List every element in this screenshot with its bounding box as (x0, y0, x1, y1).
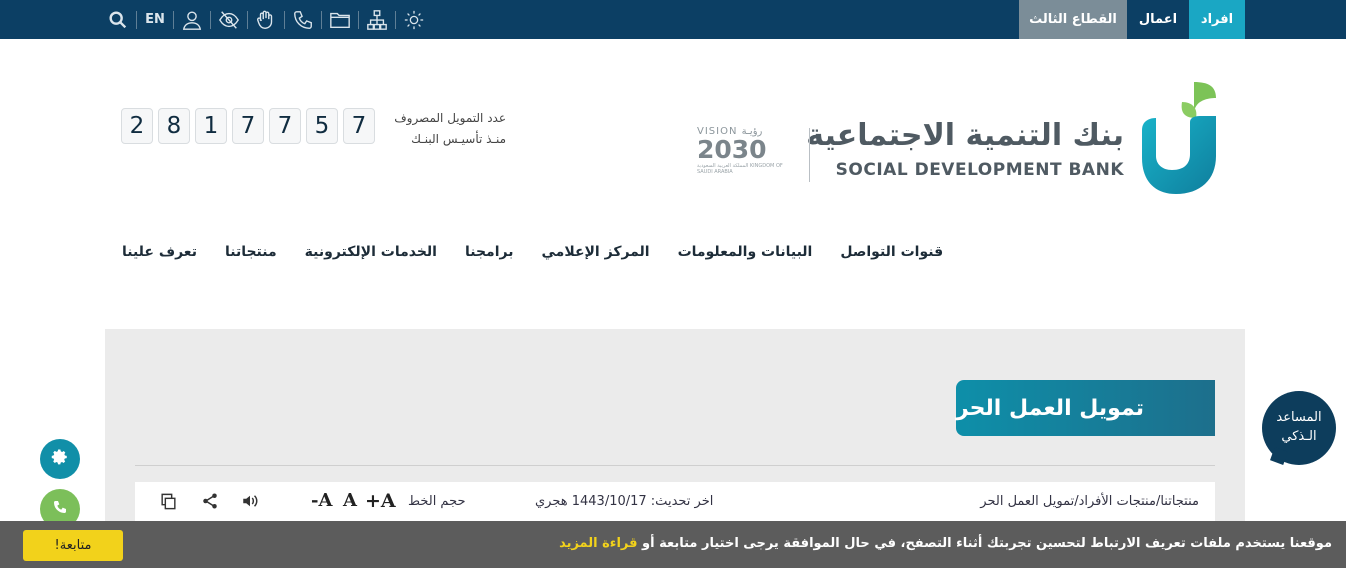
bank-name-arabic: بنك التنمية الاجتماعية (806, 118, 1124, 153)
font-increase-button[interactable]: +A (365, 490, 396, 512)
counter-digit: 7 (232, 108, 264, 144)
settings-sun-icon[interactable] (396, 0, 432, 39)
counter-digit: 7 (269, 108, 301, 144)
counter-digit: 8 (158, 108, 190, 144)
phone-icon (52, 499, 68, 519)
nav-data[interactable]: البيانات والمعلومات (678, 244, 813, 260)
cookie-text: موقعنا يستخدم ملفات تعريف الارتباط لتحسي… (642, 536, 1332, 551)
speaker-icon[interactable] (239, 490, 261, 512)
nav-contact[interactable]: قنوات التواصل (840, 244, 943, 260)
language-switch[interactable]: EN (137, 0, 173, 39)
counter-digit: 5 (306, 108, 338, 144)
folder-icon[interactable] (322, 0, 358, 39)
tab-third-sector[interactable]: القطاع الثالث (1019, 0, 1127, 39)
counter-digit: 1 (195, 108, 227, 144)
nav-eservices[interactable]: الخدمات الإلكترونية (305, 244, 437, 260)
divider (809, 128, 810, 182)
page-info-bar: منتجاتنا/منتجات الأفراد/تمويل العمل الحر… (135, 482, 1215, 522)
vision-year: 2030 (697, 135, 767, 164)
search-icon[interactable] (100, 0, 136, 39)
copy-icon[interactable] (157, 490, 179, 512)
bank-name-english: SOCIAL DEVELOPMENT BANK (835, 160, 1124, 180)
tab-business[interactable]: اعمال (1127, 0, 1189, 39)
vision-country: المملكة العربية السعودية KINGDOM OF SAUD… (697, 163, 783, 175)
bank-logo[interactable] (1138, 78, 1220, 196)
font-decrease-button[interactable]: -A (311, 490, 332, 511)
user-icon[interactable] (174, 0, 210, 39)
counter-digit: 2 (121, 108, 153, 144)
breadcrumb[interactable]: منتجاتنا/منتجات الأفراد/تمويل العمل الحر (980, 494, 1199, 509)
last-update: اخر تحديث: 1443/10/17 هجري (535, 494, 714, 509)
audience-tabs: افراد اعمال القطاع الثالث (1019, 0, 1245, 39)
cookie-read-more-link[interactable]: قراءة المزيد (559, 536, 637, 551)
eye-slash-icon[interactable] (211, 0, 247, 39)
divider (135, 465, 1215, 466)
font-reset-button[interactable]: A (343, 490, 357, 511)
counter-label: عدد التمويل المصروف منـذ تأسيـس البنـك (394, 108, 506, 150)
page-title-box: تمويل العمل الحر (956, 380, 1215, 436)
counter-label-line2: منـذ تأسيـس البنـك (411, 132, 506, 146)
nav-about[interactable]: تعرف علينا (122, 244, 197, 260)
counter-digit: 7 (343, 108, 375, 144)
share-icon[interactable] (199, 490, 221, 512)
smart-assistant-button[interactable]: المساعد الـذكي (1262, 391, 1336, 465)
counter-label-line1: عدد التمويل المصروف (394, 111, 506, 125)
nav-programs[interactable]: برامجنا (465, 244, 514, 260)
cookie-message: موقعنا يستخدم ملفات تعريف الارتباط لتحسي… (559, 536, 1332, 551)
sign-language-icon[interactable] (248, 0, 284, 39)
nav-media-center[interactable]: المركز الإعلامي (541, 244, 649, 260)
top-bar: افراد اعمال القطاع الثالث EN (0, 0, 1346, 39)
font-size-label: حجم الخط (408, 494, 466, 509)
gear-icon (51, 448, 69, 470)
phone-icon[interactable] (285, 0, 321, 39)
vision-2030-logo: VISION رؤيـة 2030 المملكة العربية السعود… (697, 126, 783, 184)
cookie-continue-button[interactable]: متابعة! (23, 530, 123, 561)
accessibility-settings-button[interactable] (40, 439, 80, 479)
nav-products[interactable]: منتجاتنا (225, 244, 277, 260)
cookie-banner: متابعة! موقعنا يستخدم ملفات تعريف الارتب… (0, 521, 1346, 568)
assistant-label-line2: الـذكي (1281, 429, 1317, 444)
assistant-label-line1: المساعد (1276, 410, 1322, 425)
financing-counter: 2 8 1 7 7 5 7 (121, 108, 380, 144)
sitemap-icon[interactable] (359, 0, 395, 39)
page-title: تمويل العمل الحر (956, 395, 1144, 421)
tab-individuals[interactable]: افراد (1189, 0, 1245, 39)
utility-icons: EN (100, 0, 432, 39)
main-nav: تعرف علينا منتجاتنا الخدمات الإلكترونية … (122, 240, 943, 264)
